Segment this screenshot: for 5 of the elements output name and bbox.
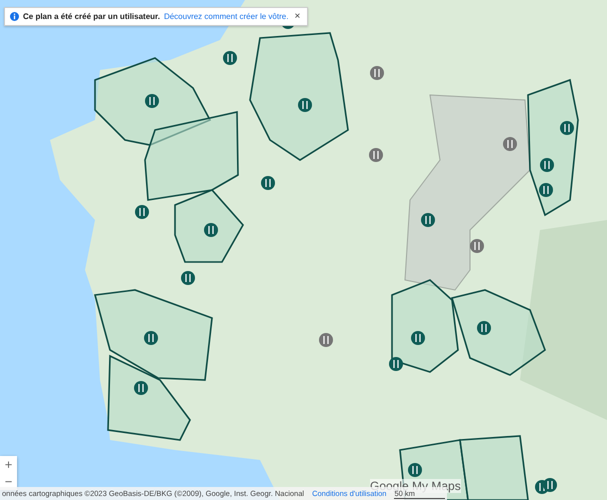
zoom-in-button[interactable]: +	[0, 456, 17, 473]
close-button[interactable]: ×	[292, 11, 302, 22]
banner-text: Ce plan a été créé par un utilisateur.	[23, 12, 160, 21]
info-icon	[10, 12, 19, 21]
create-map-link[interactable]: Découvrez comment créer le vôtre.	[164, 12, 288, 21]
